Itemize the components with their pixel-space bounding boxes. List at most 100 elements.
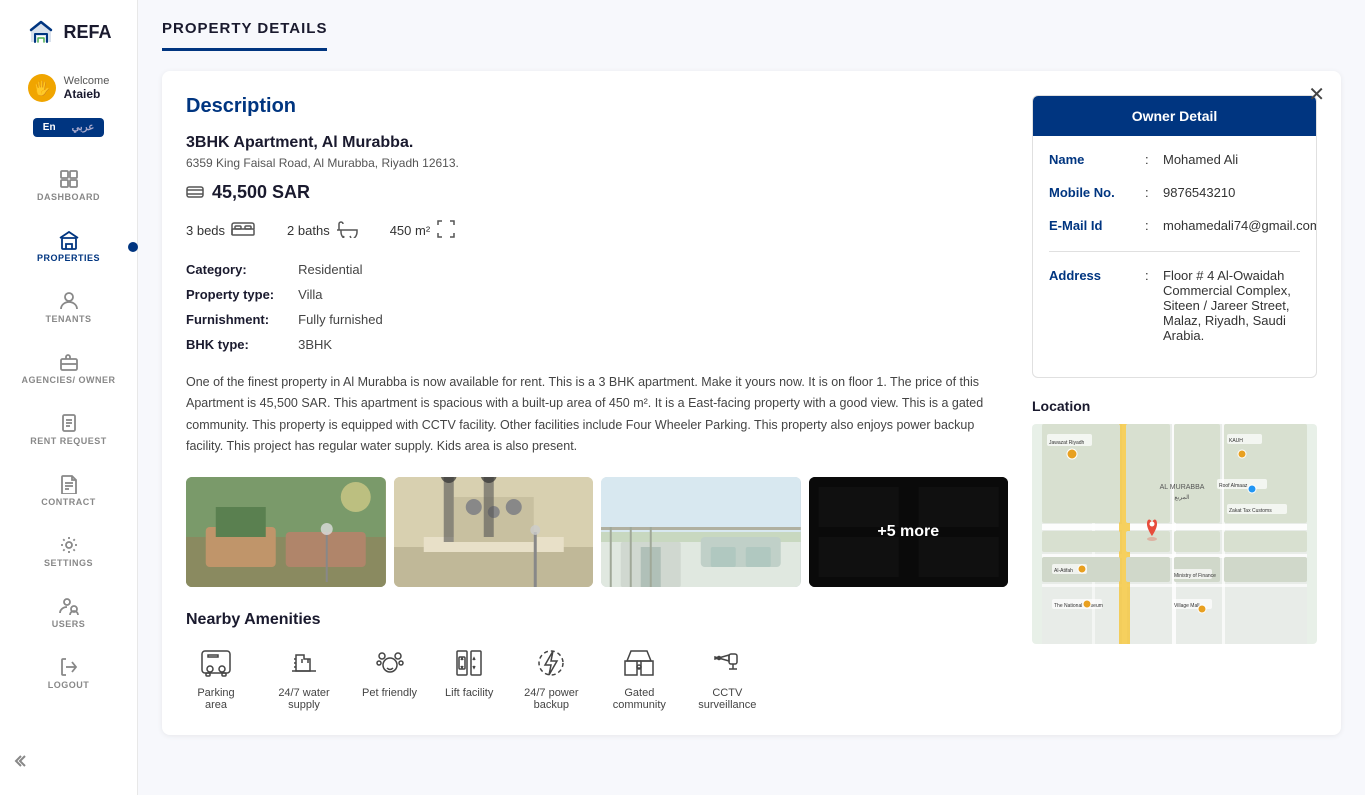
svg-text:Jawazat Riyadh: Jawazat Riyadh xyxy=(1049,440,1085,446)
owner-address-label: Address xyxy=(1049,268,1139,283)
map-container[interactable]: AL MURABBA المربع Jawazat Riyadh KAUH Ro… xyxy=(1032,424,1317,644)
sidebar-label-dashboard: DASHBOARD xyxy=(37,192,100,202)
owner-divider xyxy=(1049,251,1300,252)
amenity-pet-label: Pet friendly xyxy=(362,687,417,699)
amenity-gated-label: Gated community xyxy=(609,687,669,711)
owner-detail-body: Name : Mohamed Ali Mobile No. : 98765432… xyxy=(1033,136,1316,377)
amenity-power: 24/7 power backup xyxy=(521,645,581,711)
svg-text:Zakat Tax Customs: Zakat Tax Customs xyxy=(1229,508,1272,514)
property-description: One of the finest property in Al Murabba… xyxy=(186,372,1008,457)
area-label: 450 m² xyxy=(390,223,430,238)
nav-items: DASHBOARD PROPERTIES TENANTS AGENCIES/ xyxy=(0,155,137,795)
sidebar-label-settings: SETTINGS xyxy=(44,558,93,568)
lang-en[interactable]: En xyxy=(37,120,62,135)
sidebar-label-tenants: TENANTS xyxy=(46,314,92,324)
pet-icon xyxy=(372,645,408,681)
sidebar-item-dashboard[interactable]: DASHBOARD xyxy=(0,155,137,216)
owner-detail-header: Owner Detail xyxy=(1033,96,1316,136)
owner-detail-box: Owner Detail Name : Mohamed Ali Mobile N… xyxy=(1032,95,1317,378)
property-name: 3BHK Apartment, Al Murabba. xyxy=(186,134,1008,152)
gated-icon xyxy=(621,645,657,681)
owner-mobile-row: Mobile No. : 9876543210 xyxy=(1049,185,1300,200)
doc-icon xyxy=(59,413,79,433)
price-icon xyxy=(186,185,204,201)
amenity-cctv-label: CCTV surveillance xyxy=(697,687,757,711)
sidebar-item-settings[interactable]: SETTINGS xyxy=(0,521,137,582)
owner-name-label: Name xyxy=(1049,152,1139,167)
sidebar-item-users[interactable]: USERS xyxy=(0,582,137,643)
gallery-image-3[interactable] xyxy=(601,477,801,587)
sidebar-item-rent-request[interactable]: RENT REQUEST xyxy=(0,399,137,460)
category-label: Category: xyxy=(186,262,274,277)
building-icon xyxy=(59,230,79,250)
amenity-parking-label: Parking area xyxy=(186,687,246,711)
gear-icon xyxy=(59,535,79,555)
amenity-water-label: 24/7 water supply xyxy=(274,687,334,711)
sidebar-item-logout[interactable]: LOGOUT xyxy=(0,643,137,704)
map-svg: AL MURABBA المربع Jawazat Riyadh KAUH Ro… xyxy=(1032,424,1317,644)
beds-stat: 3 beds xyxy=(186,221,255,240)
sidebar: REFA 🖐️ Welcome Ataieb En عربي DASHBOARD xyxy=(0,0,138,795)
category-value: Residential xyxy=(298,262,1008,277)
gallery-image-2[interactable] xyxy=(394,477,594,587)
logo: REFA xyxy=(15,16,121,48)
user-icon xyxy=(59,596,79,616)
price-row: 45,500 SAR xyxy=(186,182,1008,203)
owner-sidebar: Owner Detail Name : Mohamed Ali Mobile N… xyxy=(1032,95,1317,711)
welcome-text: Welcome xyxy=(64,75,110,87)
price-value: 45,500 SAR xyxy=(212,182,310,203)
sidebar-item-contract[interactable]: CONTRACT xyxy=(0,460,137,521)
sidebar-label-logout: LOGOUT xyxy=(48,680,90,690)
bed-icon xyxy=(231,221,255,240)
gallery-image-1[interactable] xyxy=(186,477,386,587)
property-type-label: Property type: xyxy=(186,287,274,302)
sidebar-item-agencies-owner[interactable]: AGENCIES/ OWNER xyxy=(0,338,137,399)
area-stat: 450 m² xyxy=(390,219,456,242)
location-section: Location xyxy=(1032,398,1317,644)
owner-address-sep: : xyxy=(1145,268,1157,283)
logo-icon xyxy=(25,16,57,48)
amenities-grid: Parking area xyxy=(186,645,1008,711)
more-overlay[interactable]: +5 more xyxy=(809,477,1009,587)
owner-address-value: Floor # 4 Al-Owaidah Commercial Complex,… xyxy=(1163,268,1300,343)
main-content: PROPERTY DETAILS ✕ Description 3BHK Apar… xyxy=(138,0,1365,795)
sidebar-label-agencies: AGENCIES/ OWNER xyxy=(21,375,115,385)
sidebar-collapse-button[interactable] xyxy=(10,752,28,775)
sidebar-label-contract: CONTRACT xyxy=(41,497,96,507)
cctv-icon xyxy=(709,645,745,681)
sidebar-item-properties[interactable]: PROPERTIES xyxy=(0,216,137,277)
water-icon xyxy=(286,645,322,681)
baths-label: 2 baths xyxy=(287,223,330,238)
bhk-type-value: 3BHK xyxy=(298,337,1008,352)
sidebar-label-properties: PROPERTIES xyxy=(37,253,100,263)
sidebar-label-users: USERS xyxy=(52,619,86,629)
lift-icon xyxy=(451,645,487,681)
svg-text:Al-Atifah: Al-Atifah xyxy=(1054,568,1073,574)
svg-text:Roof Almaaz: Roof Almaaz xyxy=(1219,483,1248,489)
gallery-image-4[interactable]: +5 more xyxy=(809,477,1009,587)
close-button[interactable]: ✕ xyxy=(1308,85,1325,105)
owner-mobile-value: 9876543210 xyxy=(1163,185,1300,200)
amenity-lift-label: Lift facility xyxy=(445,687,493,699)
svg-text:Village Mall: Village Mall xyxy=(1174,603,1199,609)
briefcase-icon xyxy=(59,352,79,372)
beds-label: 3 beds xyxy=(186,223,225,238)
parking-icon xyxy=(198,645,234,681)
nearby-amenities-section: Nearby Amenities xyxy=(186,611,1008,711)
image-gallery: +5 more xyxy=(186,477,1008,587)
property-details-grid: Category: Residential Property type: Vil… xyxy=(186,262,1008,352)
svg-text:Ministry of Finance: Ministry of Finance xyxy=(1174,573,1216,579)
owner-name-value: Mohamed Ali xyxy=(1163,152,1300,167)
owner-mobile-label: Mobile No. xyxy=(1049,185,1139,200)
amenity-parking: Parking area xyxy=(186,645,246,711)
baths-stat: 2 baths xyxy=(287,220,358,241)
lang-ar[interactable]: عربي xyxy=(66,120,101,135)
contract-icon xyxy=(59,474,79,494)
property-main: Description 3BHK Apartment, Al Murabba. … xyxy=(186,95,1008,711)
sidebar-item-tenants[interactable]: TENANTS xyxy=(0,277,137,338)
lang-toggle[interactable]: En عربي xyxy=(33,118,104,137)
owner-email-label: E-Mail Id xyxy=(1049,218,1139,233)
amenity-cctv: CCTV surveillance xyxy=(697,645,757,711)
location-title: Location xyxy=(1032,398,1317,414)
amenity-water: 24/7 water supply xyxy=(274,645,334,711)
